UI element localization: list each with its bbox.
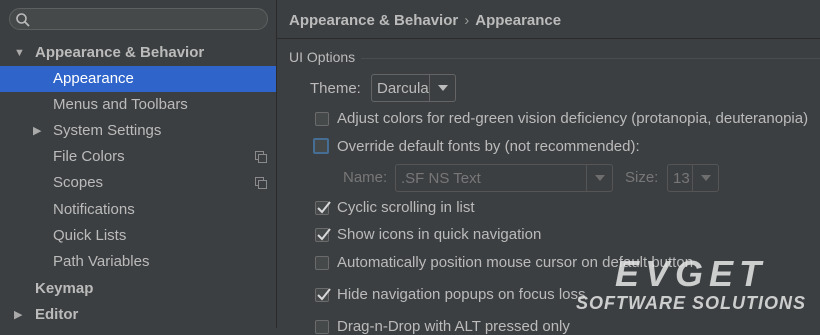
settings-sidebar: ▼ Appearance & Behavior Appearance Menus… [0,0,277,328]
dropdown-arrow-icon[interactable] [429,75,455,101]
adjust-colors-checkbox[interactable] [315,112,329,126]
drag-n-drop-checkbox[interactable] [315,320,329,334]
sidebar-item-scopes[interactable]: Scopes [0,170,276,196]
breadcrumb-current: Appearance [475,12,562,29]
sidebar-item-menus-toolbars[interactable]: Menus and Toolbars [0,92,276,118]
project-copy-icon [255,177,267,189]
auto-position-cursor-label[interactable]: Automatically position mouse cursor on d… [337,254,693,271]
show-icons-label[interactable]: Show icons in quick navigation [337,226,541,243]
theme-label: Theme: [310,80,361,97]
sidebar-item-notifications[interactable]: Notifications [0,197,276,223]
collapsed-arrow-icon[interactable]: ▶ [14,302,26,328]
sidebar-item-label: Appearance & Behavior [35,44,205,61]
sidebar-item-file-colors[interactable]: File Colors [0,144,276,170]
sidebar-item-system-settings[interactable]: ▶ System Settings [0,118,276,144]
adjust-colors-label[interactable]: Adjust colors for red-green vision defic… [337,110,808,127]
sidebar-item-label: Editor [35,306,79,323]
expanded-arrow-icon[interactable]: ▼ [14,40,26,66]
checkmark-icon [317,288,331,301]
sidebar-item-quick-lists[interactable]: Quick Lists [0,223,276,249]
sidebar-item-keymap[interactable]: Keymap [0,276,276,302]
search-input[interactable] [9,8,268,30]
dropdown-arrow-icon[interactable] [586,165,612,191]
sidebar-item-label: File Colors [53,148,125,165]
theme-select-value: Darcula [377,80,429,97]
search-icon [16,13,30,27]
cyclic-scrolling-label[interactable]: Cyclic scrolling in list [337,199,475,216]
sidebar-item-label: Path Variables [53,253,150,270]
breadcrumb-separator-icon: › [464,12,470,29]
font-size-label: Size: [625,169,659,186]
sidebar-item-label: Keymap [35,280,94,297]
project-copy-icon [255,151,267,163]
sidebar-item-appearance-behavior[interactable]: ▼ Appearance & Behavior [0,40,276,66]
sidebar-item-label: Menus and Toolbars [53,96,188,113]
theme-select[interactable]: Darcula [371,74,456,102]
font-name-select[interactable]: .SF NS Text [395,164,613,192]
breadcrumb-parent[interactable]: Appearance & Behavior [289,12,458,29]
sidebar-item-path-variables[interactable]: Path Variables [0,249,276,275]
sidebar-item-editor[interactable]: ▶ Editor [0,302,276,328]
checkmark-icon [317,228,331,241]
breadcrumb: Appearance & Behavior › Appearance [289,12,561,29]
hide-popups-checkbox[interactable] [315,288,331,302]
font-size-value: 13 [673,170,690,187]
sidebar-item-label: Appearance [53,70,134,87]
font-size-select[interactable]: 13 [667,164,719,192]
collapsed-arrow-icon[interactable]: ▶ [33,118,45,144]
font-name-label: Name: [343,169,388,186]
drag-n-drop-label[interactable]: Drag-n-Drop with ALT pressed only [337,318,570,335]
checkmark-icon [317,201,331,214]
override-fonts-checkbox[interactable] [313,138,329,154]
auto-position-cursor-checkbox[interactable] [315,256,329,270]
hide-popups-label[interactable]: Hide navigation popups on focus loss [337,286,586,303]
ui-options-title: UI Options [289,49,356,65]
font-name-value: .SF NS Text [401,170,481,187]
sidebar-item-label: Notifications [53,201,135,218]
sidebar-item-label: Quick Lists [53,227,127,244]
sidebar-item-label: System Settings [53,122,162,139]
group-divider [361,58,820,59]
cyclic-scrolling-checkbox[interactable] [315,201,331,215]
sidebar-item-label: Scopes [53,174,104,191]
header-divider [277,38,820,39]
sidebar-item-appearance[interactable]: Appearance [0,66,276,92]
show-icons-checkbox[interactable] [315,228,331,242]
settings-panel: Appearance & Behavior › Appearance UI Opti… [277,0,820,335]
dropdown-arrow-icon[interactable] [692,165,718,191]
override-fonts-label[interactable]: Override default fonts by (not recommend… [337,138,640,155]
